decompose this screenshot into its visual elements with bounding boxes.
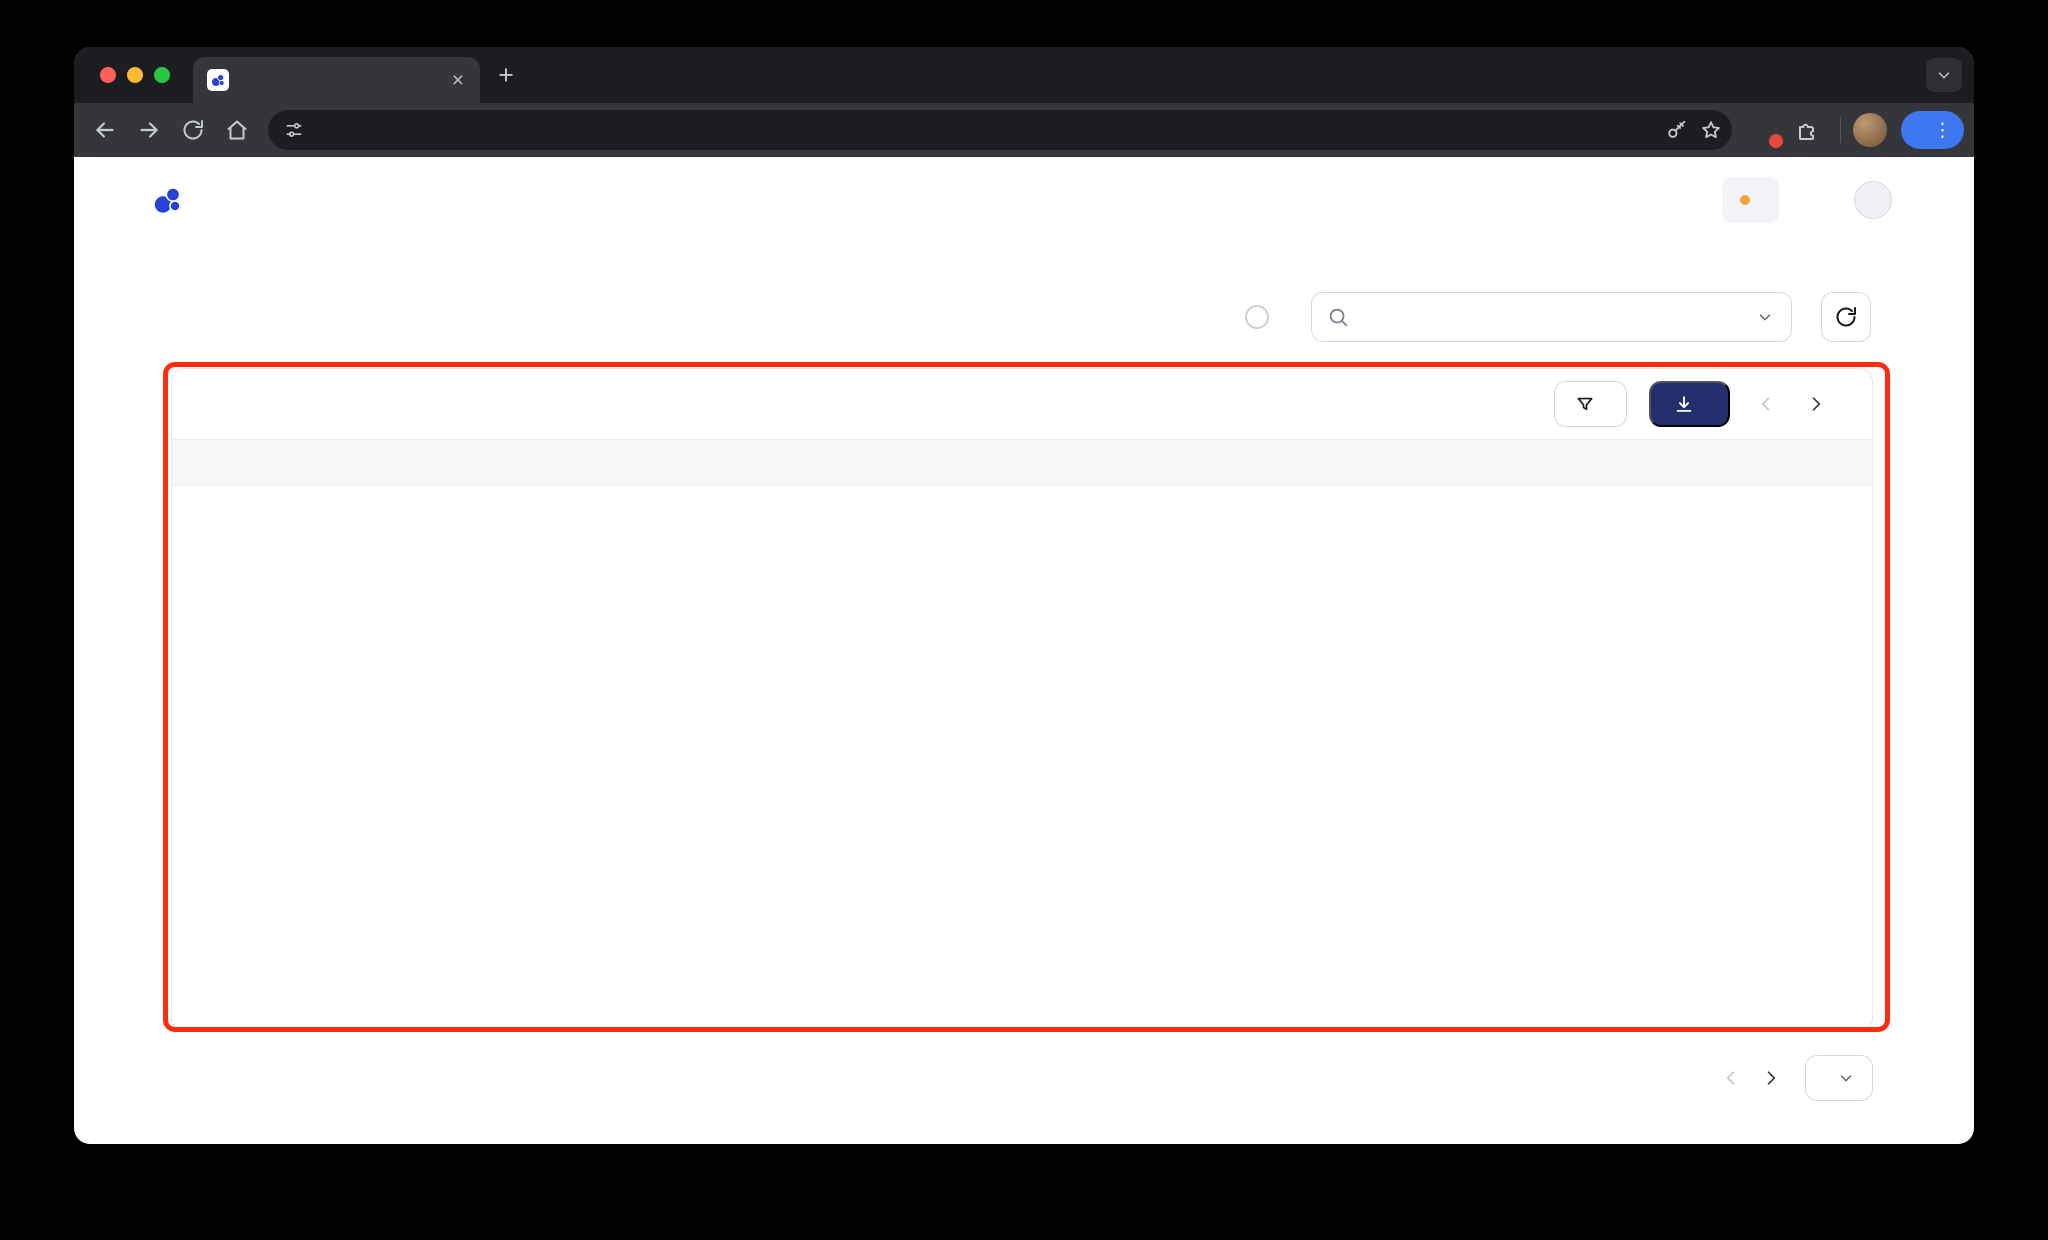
sandbox-badge [1722,177,1779,223]
pagination-prev-icon[interactable] [1721,1068,1741,1088]
search-filter-dropdown[interactable] [1730,308,1791,326]
download-button[interactable] [1649,381,1730,427]
refresh-button[interactable] [1821,292,1871,342]
window-controls [100,67,170,83]
extension-icon[interactable] [1748,115,1785,150]
table-toolbar [172,369,1872,439]
bookmark-star-icon[interactable] [1700,119,1722,141]
tab-close-icon[interactable]: × [446,68,470,93]
download-icon [1673,393,1695,415]
chainberry-brand[interactable] [150,183,194,217]
extensions-puzzle-icon[interactable] [1786,109,1828,151]
close-window-button[interactable] [100,67,116,83]
navbar-right [1722,177,1892,223]
zoom-window-button[interactable] [154,67,170,83]
site-controls-icon[interactable] [284,120,304,140]
per-page-dropdown[interactable] [1805,1055,1873,1101]
table-header-row [172,439,1872,486]
risky-checkbox[interactable] [1245,305,1269,329]
extension-badge [1767,132,1785,150]
browser-toolbar: ⋮ [74,103,1974,157]
active-filters-button[interactable] [1554,381,1627,427]
search-control [1311,292,1792,342]
browser-menu-icon[interactable]: ⋮ [1929,119,1956,142]
passkey-icon[interactable] [1666,119,1688,141]
back-button[interactable] [84,109,126,151]
reload-button[interactable] [172,109,214,151]
user-avatar[interactable] [1854,181,1892,219]
app-content [74,157,1974,1144]
header-controls [1245,292,1871,342]
chainberry-logo-icon [154,187,181,213]
page-header [74,292,1974,342]
next-page-icon[interactable] [1806,394,1826,414]
address-bar[interactable] [268,110,1732,150]
toolbar-divider [1840,117,1841,143]
browser-tab[interactable]: × [193,57,480,103]
pagination [1721,1055,1873,1101]
search-input[interactable] [1360,305,1722,329]
app-navbar [74,157,1974,243]
tab-search-button[interactable] [1926,58,1962,92]
prev-page-icon[interactable] [1756,394,1776,414]
table-pager [1756,394,1826,414]
berrydesk-favicon-icon [207,69,229,91]
transactions-table-card [171,368,1873,1032]
chevron-down-icon [1756,308,1774,326]
forward-button[interactable] [128,109,170,151]
search-icon [1327,306,1349,328]
pagination-next-icon[interactable] [1761,1068,1781,1088]
minimize-window-button[interactable] [127,67,143,83]
chevron-down-icon [1837,1069,1855,1087]
tab-strip: × + [74,47,1974,103]
sandbox-dot-icon [1740,195,1750,205]
new-tab-button[interactable]: + [488,57,524,93]
browser-profile-avatar[interactable] [1853,113,1887,147]
funnel-icon [1575,394,1595,414]
finish-update-button[interactable]: ⋮ [1901,111,1964,149]
browser-window: × + ⋮ [74,47,1974,1144]
show-only-risky-control [1245,305,1282,329]
home-button[interactable] [216,109,258,151]
